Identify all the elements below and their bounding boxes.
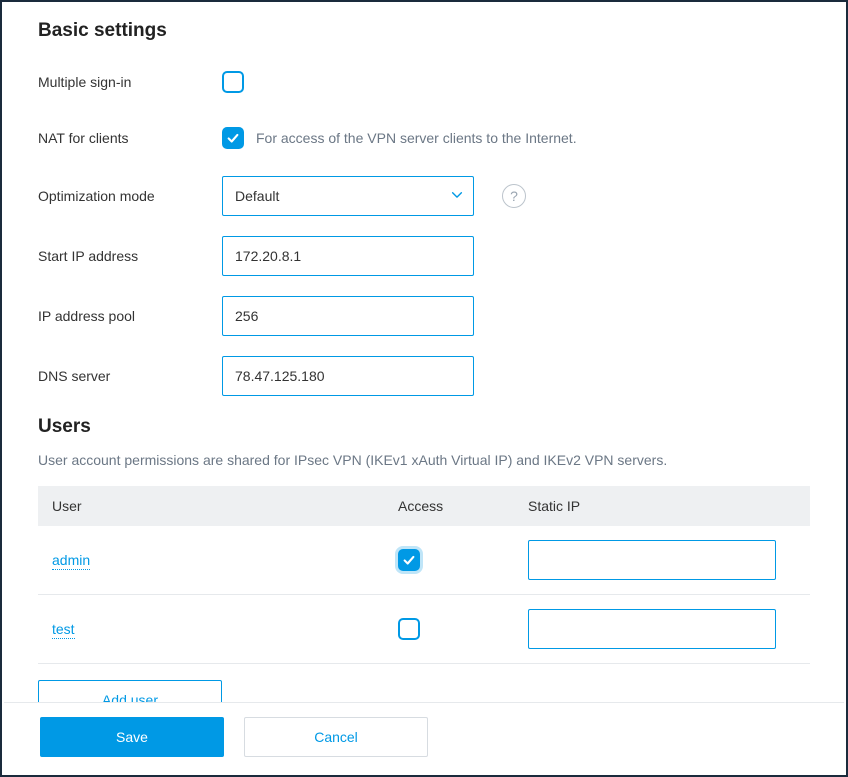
users-description: User account permissions are shared for … — [38, 452, 810, 468]
col-static-ip: Static IP — [518, 486, 810, 526]
table-row: admin — [38, 526, 810, 595]
optimization-mode-label: Optimization mode — [38, 188, 222, 204]
cancel-button[interactable]: Cancel — [244, 717, 428, 757]
dns-server-input[interactable] — [222, 356, 474, 396]
nat-clients-label: NAT for clients — [38, 130, 222, 146]
check-icon — [226, 131, 240, 145]
start-ip-input[interactable] — [222, 236, 474, 276]
save-button[interactable]: Save — [40, 717, 224, 757]
dns-server-label: DNS server — [38, 368, 222, 384]
nat-hint: For access of the VPN server clients to … — [256, 130, 577, 146]
nat-clients-checkbox[interactable] — [222, 127, 244, 149]
basic-settings-title: Basic settings — [38, 20, 810, 42]
start-ip-label: Start IP address — [38, 248, 222, 264]
access-checkbox-admin[interactable] — [398, 549, 420, 571]
user-link-admin[interactable]: admin — [52, 552, 90, 570]
multiple-signin-label: Multiple sign-in — [38, 74, 222, 90]
footer: Save Cancel — [4, 702, 844, 775]
users-table: User Access Static IP admin test — [38, 486, 810, 664]
col-user: User — [38, 486, 388, 526]
ip-pool-input[interactable] — [222, 296, 474, 336]
help-icon[interactable]: ? — [502, 184, 526, 208]
static-ip-input-admin[interactable] — [528, 540, 776, 580]
user-link-test[interactable]: test — [52, 621, 75, 639]
access-checkbox-test[interactable] — [398, 618, 420, 640]
multiple-signin-checkbox[interactable] — [222, 71, 244, 93]
optimization-mode-value: Default — [235, 188, 279, 204]
col-access: Access — [388, 486, 518, 526]
ip-pool-label: IP address pool — [38, 308, 222, 324]
users-title: Users — [38, 416, 810, 438]
check-icon — [402, 553, 416, 567]
table-row: test — [38, 595, 810, 664]
static-ip-input-test[interactable] — [528, 609, 776, 649]
optimization-mode-select[interactable]: Default — [222, 176, 474, 216]
